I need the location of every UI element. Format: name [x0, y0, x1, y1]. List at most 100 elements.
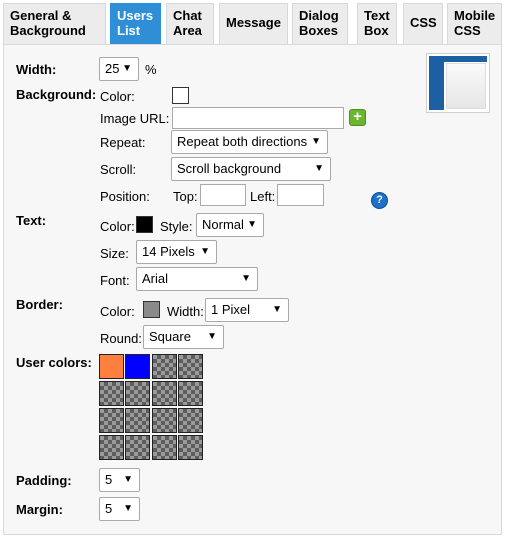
chevron-down-icon: ▼ — [272, 304, 282, 315]
user-color-swatch[interactable] — [99, 354, 124, 379]
position-label: Position: — [100, 189, 150, 204]
tab-label: Box — [364, 23, 389, 38]
tab-label: General & — [10, 8, 72, 23]
border-width-label: Width: — [167, 304, 204, 319]
tab-chat-area[interactable]: Chat Area — [166, 3, 214, 44]
tab-label: List — [117, 23, 141, 38]
tab-users-list[interactable]: Users List — [110, 3, 161, 44]
chevron-down-icon: ▼ — [247, 219, 257, 230]
user-color-swatch-empty[interactable] — [99, 435, 124, 460]
text-size-select[interactable]: 14 Pixels ▼ — [136, 240, 217, 264]
user-color-swatch-empty[interactable] — [178, 381, 203, 406]
margin-label: Margin: — [16, 502, 63, 517]
layout-preview-thumbnail — [426, 53, 490, 113]
text-label: Text: — [16, 213, 47, 228]
user-color-swatch-empty[interactable] — [99, 408, 124, 433]
width-value: 25 — [105, 61, 120, 76]
position-left-input[interactable] — [277, 184, 324, 206]
user-color-swatch-empty[interactable] — [152, 435, 177, 460]
width-unit: % — [145, 62, 157, 77]
chevron-down-icon: ▼ — [123, 474, 133, 485]
user-color-swatch[interactable] — [125, 354, 150, 379]
tab-label: CSS — [454, 23, 481, 38]
tab-dialog-boxes[interactable]: Dialog Boxes — [292, 3, 348, 44]
padding-label: Padding: — [16, 473, 72, 488]
tab-label: Boxes — [299, 23, 339, 38]
repeat-value: Repeat both directions — [177, 134, 308, 149]
user-color-swatch-empty[interactable] — [152, 354, 177, 379]
chevron-down-icon: ▼ — [241, 273, 251, 284]
margin-value: 5 — [105, 501, 113, 516]
text-style-value: Normal — [202, 217, 244, 232]
user-color-swatch-empty[interactable] — [152, 408, 177, 433]
user-color-swatch-empty[interactable] — [125, 381, 150, 406]
background-label: Background: — [16, 87, 97, 102]
image-url-label: Image URL: — [100, 111, 170, 126]
border-color-label: Color: — [100, 304, 135, 319]
scroll-label: Scroll: — [100, 162, 137, 177]
text-style-select[interactable]: Normal ▼ — [196, 213, 264, 237]
user-color-swatch-empty[interactable] — [178, 408, 203, 433]
repeat-select[interactable]: Repeat both directions ▼ — [171, 130, 328, 154]
border-round-value: Square — [149, 329, 191, 344]
scroll-select[interactable]: Scroll background ▼ — [171, 157, 331, 181]
tab-message[interactable]: Message — [219, 3, 288, 44]
padding-value: 5 — [105, 472, 113, 487]
tab-text-box[interactable]: Text Box — [357, 3, 397, 44]
position-left-label: Left: — [250, 189, 276, 204]
chevron-down-icon: ▼ — [314, 163, 324, 174]
tab-label: CSS — [410, 15, 437, 30]
chevron-down-icon: ▼ — [200, 246, 210, 257]
user-colors-label: User colors: — [16, 355, 92, 370]
margin-select[interactable]: 5 ▼ — [99, 497, 140, 521]
tab-general-background[interactable]: General & Background — [3, 3, 106, 44]
border-color-swatch[interactable] — [143, 301, 160, 318]
border-width-value: 1 Pixel — [211, 302, 251, 317]
text-size-value: 14 Pixels — [142, 244, 195, 259]
background-color-label: Color: — [100, 89, 135, 104]
text-size-label: Size: — [100, 246, 129, 261]
text-font-label: Font: — [100, 273, 130, 288]
tab-label: Dialog — [299, 8, 339, 23]
width-select[interactable]: 25 ▼ — [99, 57, 139, 81]
user-color-swatch-empty[interactable] — [99, 381, 124, 406]
tab-label: Chat — [173, 8, 202, 23]
padding-select[interactable]: 5 ▼ — [99, 468, 140, 492]
tab-css[interactable]: CSS — [403, 3, 443, 44]
tab-label: Area — [173, 23, 202, 38]
chevron-down-icon: ▼ — [311, 136, 321, 147]
text-color-swatch[interactable] — [136, 216, 153, 233]
tab-mobile-css[interactable]: Mobile CSS — [447, 3, 502, 44]
background-color-swatch[interactable] — [172, 87, 189, 104]
user-color-swatch-empty[interactable] — [178, 435, 203, 460]
tab-bar: General & Background Users List Chat Are… — [0, 0, 505, 44]
scroll-value: Scroll background — [177, 161, 282, 176]
plus-icon[interactable]: + — [349, 109, 366, 126]
chevron-down-icon: ▼ — [122, 63, 132, 74]
tab-label: Text — [364, 8, 390, 23]
tab-label: Mobile — [454, 8, 496, 23]
repeat-label: Repeat: — [100, 135, 146, 150]
border-label: Border: — [16, 297, 63, 312]
border-round-select[interactable]: Square ▼ — [143, 325, 224, 349]
user-color-swatch-empty[interactable] — [152, 381, 177, 406]
user-color-swatch-empty[interactable] — [125, 408, 150, 433]
position-top-label: Top: — [173, 189, 198, 204]
chevron-down-icon: ▼ — [123, 503, 133, 514]
help-icon[interactable]: ? — [371, 192, 388, 209]
position-top-input[interactable] — [200, 184, 246, 206]
width-label: Width: — [16, 62, 57, 77]
tab-label: Background — [10, 23, 86, 38]
user-color-swatch-empty[interactable] — [178, 354, 203, 379]
image-url-input[interactable] — [172, 107, 344, 129]
tab-label: Message — [226, 15, 281, 30]
border-width-select[interactable]: 1 Pixel ▼ — [205, 298, 289, 322]
tab-label: Users — [117, 8, 154, 23]
border-round-label: Round: — [100, 331, 142, 346]
text-font-value: Arial — [142, 271, 169, 286]
user-color-swatch-empty[interactable] — [125, 435, 150, 460]
chevron-down-icon: ▼ — [207, 331, 217, 342]
text-style-label: Style: — [160, 219, 193, 234]
text-font-select[interactable]: Arial ▼ — [136, 267, 258, 291]
text-color-label: Color: — [100, 219, 135, 234]
